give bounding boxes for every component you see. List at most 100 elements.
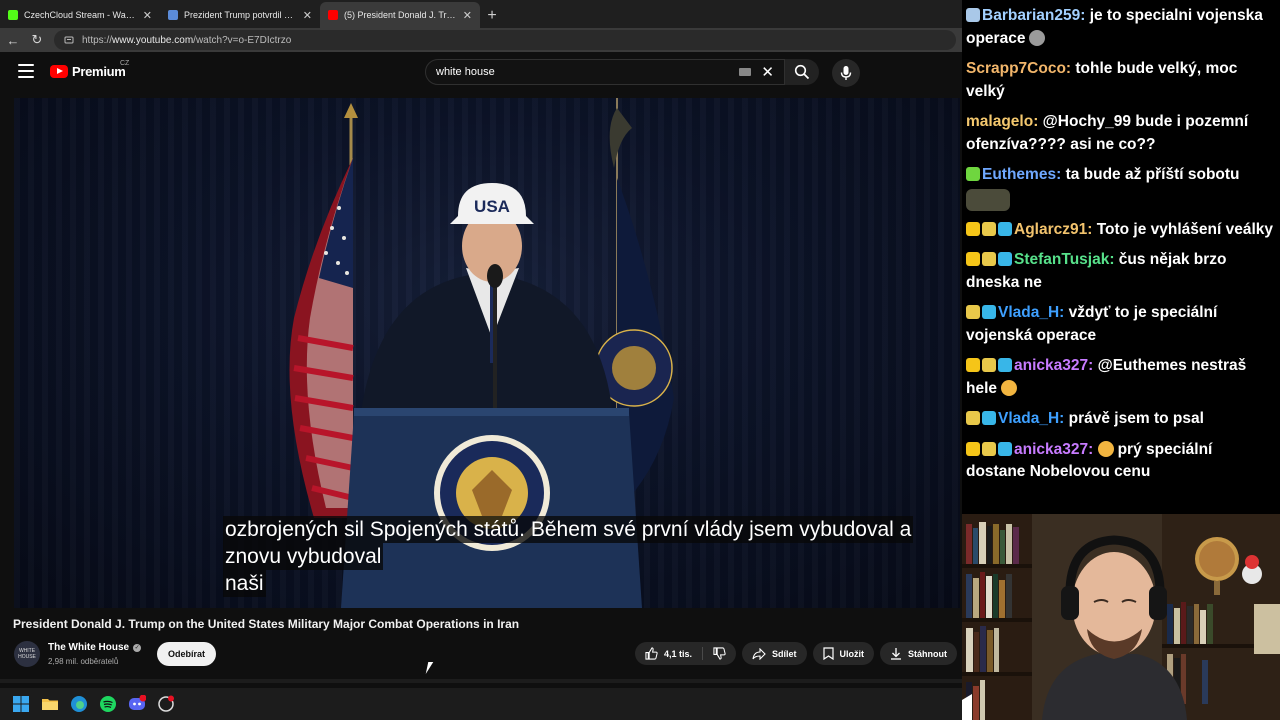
microphone-icon: [840, 66, 852, 80]
site-info-icon[interactable]: [64, 35, 74, 45]
share-button[interactable]: Sdílet: [742, 642, 807, 665]
discord-icon[interactable]: [128, 694, 147, 713]
url-text: https://www.youtube.com/watch?v=o-E7DIct…: [82, 35, 291, 46]
chat-message: Vlada_H: právě jsem to psal: [966, 408, 1276, 431]
chat-separator: :: [1033, 113, 1043, 130]
windows-start-icon[interactable]: [12, 695, 30, 713]
edge-browser-icon[interactable]: [70, 695, 88, 713]
chat-emote-icon: [1029, 29, 1046, 46]
video-player[interactable]: USA ozbrojených sil Spojených států. Běh…: [14, 98, 960, 608]
search-value: white house: [436, 66, 495, 78]
chat-username[interactable]: malagelo: [966, 113, 1033, 130]
chat-badge-icon: [966, 167, 980, 181]
channel-name[interactable]: The White House: [48, 642, 129, 653]
chat-username[interactable]: Vlada_H: [998, 304, 1059, 321]
app-icon[interactable]: [157, 695, 175, 713]
chat-username[interactable]: Euthemes: [982, 166, 1056, 183]
search-input[interactable]: white house ✕: [425, 59, 785, 85]
chat-username[interactable]: StefanTusjak: [1014, 251, 1109, 268]
chat-username[interactable]: Scrapp7Coco: [966, 60, 1066, 77]
url-field[interactable]: https://www.youtube.com/watch?v=o-E7DIct…: [54, 30, 956, 50]
url-host: www.youtube.com: [112, 34, 194, 46]
webcam-feed: [962, 514, 1280, 720]
browser-tab-bar: CzechCloud Stream - Watch Live o ✕ Prezi…: [0, 0, 962, 28]
save-label: Uložit: [839, 648, 865, 659]
chat-message: Aglarcz91: Toto je vyhlášení veálky: [966, 219, 1276, 242]
file-explorer-icon[interactable]: [41, 695, 59, 713]
webcam-overlay: [962, 514, 1280, 720]
chat-message: StefanTusjak: čus nějak brzo dneska ne: [966, 249, 1276, 294]
close-tab-icon[interactable]: ✕: [303, 9, 312, 22]
channel-name-row[interactable]: The White House ✓: [48, 642, 142, 653]
cap-text: USA: [474, 197, 510, 216]
channel-avatar[interactable]: WHITE HOUSE: [14, 641, 40, 667]
stream-chat: Barbarian259: je to specialni vojenska o…: [962, 0, 1280, 514]
voice-search-button[interactable]: [832, 59, 860, 87]
chat-text: právě jsem to psal: [1068, 410, 1204, 427]
clear-search-icon[interactable]: ✕: [761, 63, 774, 81]
region-code: CZ: [120, 60, 130, 67]
chat-username[interactable]: anicka327: [1014, 441, 1088, 458]
save-button[interactable]: Uložit: [812, 642, 875, 665]
share-label: Sdílet: [772, 648, 797, 659]
youtube-play-icon: [50, 65, 68, 78]
youtube-favicon-icon: [328, 10, 338, 20]
page-scroll-track[interactable]: [0, 679, 962, 683]
chat-badge-icon: [998, 221, 1012, 236]
chat-text: Toto je vyhlášení veálky: [1096, 220, 1274, 238]
chat-separator: :: [1080, 7, 1090, 24]
tab-title: (5) President Donald J. Trump on t: [344, 10, 457, 20]
search-button[interactable]: [785, 59, 819, 85]
like-dislike-group: 4,1 tis.: [635, 642, 737, 665]
chat-badge-icon: [966, 411, 980, 425]
chat-separator: :: [1087, 220, 1097, 238]
download-button[interactable]: Stáhnout: [880, 642, 958, 665]
back-arrow-icon[interactable]: ←: [6, 33, 20, 48]
chat-badge-icon: [982, 358, 996, 372]
chat-badge-icon: [998, 252, 1012, 266]
chat-message: anicka327: prý speciální dostane Nobelov…: [966, 439, 1276, 484]
browser-tab-0[interactable]: CzechCloud Stream - Watch Live o ✕: [0, 2, 160, 28]
kick-favicon-icon: [8, 10, 18, 20]
chat-message: Euthemes: ta bude až příští sobotu: [966, 164, 1276, 211]
chat-badge-icon: [966, 252, 980, 266]
chat-badge-icon: [998, 358, 1012, 372]
reload-icon[interactable]: ↻: [30, 32, 44, 48]
keyboard-icon[interactable]: [739, 68, 752, 76]
thumbs-down-icon: [713, 647, 726, 660]
dislike-button[interactable]: [703, 642, 736, 665]
browser-tab-2[interactable]: (5) President Donald J. Trump on t ✕: [320, 2, 480, 28]
menu-icon[interactable]: [18, 64, 34, 78]
browser-tab-1[interactable]: Prezident Trump potvrdil vojenský ✕: [160, 2, 320, 28]
chat-text: ta bude až příští sobotu: [1065, 166, 1240, 183]
chat-username[interactable]: Aglarcz91: [1014, 221, 1087, 238]
new-tab-button[interactable]: +: [480, 4, 504, 28]
youtube-header: Premium CZ white house ✕: [0, 52, 962, 92]
spotify-icon[interactable]: [99, 695, 117, 713]
address-bar-row: ← ↻ https://www.youtube.com/watch?v=o-E7…: [0, 28, 962, 52]
chat-badge-icon: [966, 305, 980, 319]
tab-title: CzechCloud Stream - Watch Live o: [24, 10, 137, 20]
news-favicon-icon: [168, 10, 178, 20]
chat-username[interactable]: Vlada_H: [998, 410, 1059, 427]
chat-username[interactable]: anicka327: [1014, 357, 1088, 374]
chat-message: anicka327: @Euthemes nestraš hele: [966, 355, 1276, 400]
video-actions: 4,1 tis. Sdílet Uložit Stáhnout: [635, 642, 958, 665]
subscribe-button[interactable]: Odebírat: [157, 642, 217, 666]
chat-badge-icon: [998, 441, 1012, 456]
like-button[interactable]: 4,1 tis.: [635, 642, 702, 665]
download-icon: [891, 648, 902, 660]
subtitle-box: ozbrojených sil Spojených států. Během s…: [223, 516, 914, 597]
url-path: /watch?v=o-E7DIctrzo: [193, 34, 292, 46]
chat-username[interactable]: Barbarian259: [982, 7, 1080, 24]
like-count: 4,1 tis.: [664, 648, 693, 659]
close-tab-icon[interactable]: ✕: [463, 9, 472, 22]
chat-emote-icon: [1001, 379, 1018, 396]
youtube-premium-logo[interactable]: Premium CZ: [50, 60, 129, 79]
download-label: Stáhnout: [908, 648, 948, 659]
chat-separator: :: [1059, 410, 1069, 427]
search-icon: [794, 64, 810, 80]
chat-badge-icon: [982, 252, 996, 266]
chat-badge-icon: [966, 221, 980, 236]
close-tab-icon[interactable]: ✕: [143, 9, 152, 22]
